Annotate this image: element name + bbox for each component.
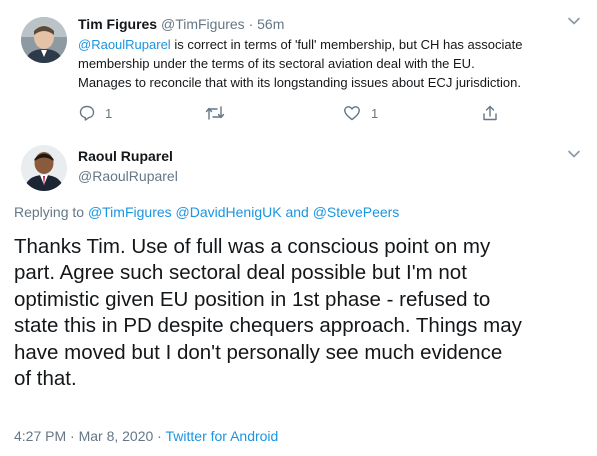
retweet-icon <box>204 104 226 122</box>
action-bar: 1 1 <box>78 104 498 126</box>
mention-link[interactable]: @DavidHenigUK <box>176 204 282 220</box>
tweet-meta: 4:27 PM · Mar 8, 2020 · Twitter for Andr… <box>14 428 278 444</box>
tweet-text-line: membership under the terms of its sector… <box>78 56 475 71</box>
mention-link-others[interactable]: and <box>285 204 308 220</box>
author-name[interactable]: Raoul Ruparel <box>78 147 178 165</box>
author-block: Raoul Ruparel @RaoulRuparel <box>78 147 178 185</box>
share-button[interactable] <box>481 104 499 122</box>
tweet-text: @RaoulRuparel is correct in terms of 'fu… <box>78 35 522 92</box>
tweet-source-link[interactable]: Twitter for Android <box>166 428 279 444</box>
avatar-raoul-ruparel[interactable] <box>21 145 67 191</box>
author-name[interactable]: Tim Figures <box>78 16 157 32</box>
reply-icon <box>78 104 96 122</box>
tweet-header: Tim Figures @TimFigures · 56m <box>78 16 284 32</box>
like-button[interactable]: 1 <box>343 104 378 122</box>
author-handle[interactable]: @TimFigures <box>161 16 245 32</box>
mention-link[interactable]: @TimFigures <box>88 204 172 220</box>
retweet-button[interactable] <box>204 104 226 122</box>
reply-count: 1 <box>105 105 113 121</box>
tweet-time[interactable]: 56m <box>257 16 284 32</box>
share-icon <box>481 104 499 122</box>
mention-link[interactable]: @StevePeers <box>313 204 400 220</box>
tweet-body-line: state this in PD despite chequers approa… <box>14 314 522 338</box>
separator-dot: · <box>153 428 166 444</box>
tweet-body-line: of that. <box>14 367 77 391</box>
replying-to: Replying to @TimFigures @DavidHenigUK an… <box>14 204 399 220</box>
chevron-down-icon[interactable] <box>567 14 581 33</box>
chevron-down-icon[interactable] <box>567 147 581 166</box>
mention-link[interactable]: @RaoulRuparel <box>78 37 171 52</box>
reply-button[interactable]: 1 <box>78 104 112 122</box>
author-handle[interactable]: @RaoulRuparel <box>78 167 178 185</box>
tweet-text-segment: is correct in terms of 'full' membership… <box>170 37 523 52</box>
tweet-body-line: Thanks Tim. Use of full was a conscious … <box>14 235 491 258</box>
replying-to-label: Replying to <box>14 204 88 220</box>
separator-dot: · <box>248 16 254 32</box>
avatar-tim-figures[interactable] <box>21 17 67 63</box>
tweet-body: Thanks Tim. Use of full was a conscious … <box>14 234 522 392</box>
heart-icon <box>343 104 361 122</box>
tweet-text-line: Manages to reconcile that with its longs… <box>78 75 521 90</box>
tweet-body-line: part. Agree such sectoral deal possible … <box>14 261 467 285</box>
tweet-timestamp[interactable]: 4:27 PM · Mar 8, 2020 <box>14 428 153 444</box>
tweet-body-line: have moved but I don't personally see mu… <box>14 340 503 364</box>
like-count: 1 <box>371 105 379 121</box>
tweet-text-line: @RaoulRuparel is correct in terms of 'fu… <box>78 35 522 54</box>
tweet-body-line: optimistic given EU position in 1st phas… <box>14 287 491 311</box>
